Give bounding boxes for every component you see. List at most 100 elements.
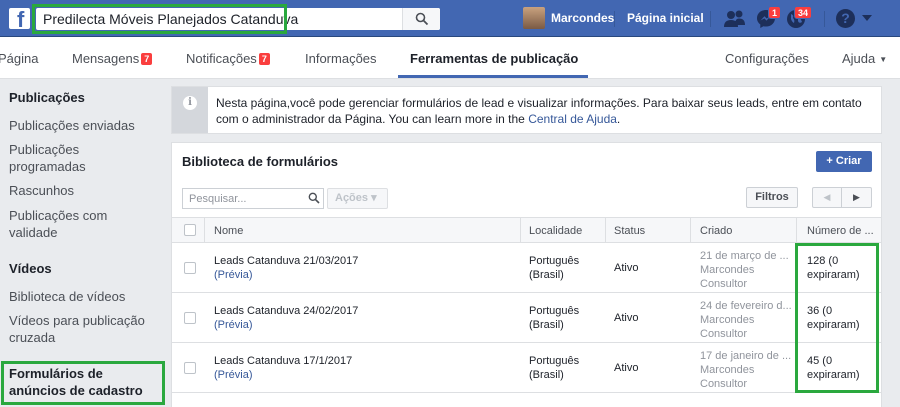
created-date: 24 de fevereiro d...: [700, 300, 792, 312]
facebook-logo[interactable]: f: [9, 7, 30, 32]
row-checkbox[interactable]: [184, 312, 196, 324]
actions-dropdown[interactable]: Ações ▾: [327, 188, 388, 209]
tab-mensagens-badge: 7: [141, 53, 153, 65]
locale-cell: Português (Brasil): [529, 255, 580, 281]
search-icon[interactable]: [308, 192, 320, 204]
messages-badge: 1: [768, 6, 782, 19]
tab-mensagens-label: Mensagens: [72, 51, 140, 66]
form-name-cell: Leads Catanduva 21/03/2017 (Prévia): [214, 254, 358, 282]
search-icon: [415, 12, 429, 26]
sidebar-item-formularios-de-cadastro[interactable]: Formulários de anúncios de cadastro: [9, 365, 149, 399]
row-checkbox[interactable]: [184, 262, 196, 274]
column-header-localidade[interactable]: Localidade: [529, 225, 582, 237]
preview-link[interactable]: (Prévia): [214, 368, 352, 382]
info-icon-column: i: [172, 87, 208, 133]
sidebar-item-publicacoes-programadas[interactable]: Publicações programadas: [9, 141, 119, 175]
tab-ajuda[interactable]: Ajuda ▼: [842, 51, 887, 66]
form-name-cell: Leads Catanduva 24/02/2017 (Prévia): [214, 304, 358, 332]
form-name[interactable]: Leads Catanduva 17/1/2017: [214, 354, 352, 368]
preview-link[interactable]: (Prévia): [214, 318, 358, 332]
created-date: 17 de janeiro de ...: [700, 350, 792, 362]
global-search-input[interactable]: Predilecta Móveis Planejados Catanduva: [43, 11, 298, 27]
column-divider: [605, 218, 606, 242]
help-icon[interactable]: ?: [836, 9, 855, 28]
preview-link[interactable]: (Prévia): [214, 268, 358, 282]
status-cell: Ativo: [614, 312, 639, 324]
sidebar-heading-publicacoes: Publicações: [9, 90, 85, 105]
forms-search-input[interactable]: [183, 189, 308, 208]
sidebar-item-publicacoes-enviadas[interactable]: Publicações enviadas: [9, 117, 159, 134]
sidebar-heading-videos: Vídeos: [9, 261, 52, 276]
column-divider: [690, 218, 691, 242]
select-all-checkbox[interactable]: [184, 224, 196, 236]
sidebar-item-publicacoes-com-validade[interactable]: Publicações com validade: [9, 207, 124, 241]
tab-notificacoes-label: Notificações: [186, 51, 257, 66]
info-icon: i: [183, 96, 197, 110]
tab-notificacoes[interactable]: Notificações 7: [186, 51, 270, 66]
lead-count-cell: 128 (0 expiraram): [807, 255, 860, 281]
tab-ajuda-label: Ajuda: [842, 51, 876, 66]
created-by: Marcondes Consultor: [700, 314, 755, 340]
topbar-divider: [614, 11, 615, 27]
topbar-divider: [824, 11, 825, 27]
locale-cell: Português (Brasil): [529, 305, 580, 331]
panel-title: Biblioteca de formulários: [182, 154, 339, 169]
column-header-nome[interactable]: Nome: [214, 225, 243, 237]
prev-page-icon[interactable]: ◀: [813, 188, 842, 207]
lead-count-cell: 36 (0 expiraram): [807, 305, 860, 331]
sidebar-item-videos-publicacao-cruzada[interactable]: Vídeos para publicação cruzada: [9, 312, 149, 346]
form-name[interactable]: Leads Catanduva 24/02/2017: [214, 304, 358, 318]
form-name[interactable]: Leads Catanduva 21/03/2017: [214, 254, 358, 268]
column-header-status[interactable]: Status: [614, 225, 645, 237]
facebook-logo-glyph: f: [17, 7, 25, 32]
avatar[interactable]: [523, 7, 545, 29]
created-cell: 24 de fevereiro d... Marcondes Consultor: [700, 299, 794, 341]
global-search-box[interactable]: Predilecta Móveis Planejados Catanduva: [36, 8, 440, 30]
active-tab-indicator: [398, 75, 588, 78]
tab-pagina[interactable]: Página: [0, 51, 38, 66]
table-row[interactable]: Leads Catanduva 17/1/2017 (Prévia) Portu…: [172, 343, 881, 393]
top-bar: f Predilecta Móveis Planejados Catanduva…: [0, 0, 900, 37]
home-link[interactable]: Página inicial: [627, 11, 704, 25]
tab-mensagens[interactable]: Mensagens 7: [72, 51, 153, 66]
page-tabs-bar: Página Mensagens 7 Notificações 7 Informaç…: [0, 37, 900, 79]
column-header-numero[interactable]: Número de ...: [807, 225, 874, 237]
info-message: Nesta página,você pode gerenciar formulá…: [216, 95, 876, 127]
forms-search: [182, 188, 324, 209]
table-row[interactable]: Leads Catanduva 24/02/2017 (Prévia) Port…: [172, 293, 881, 343]
sidebar-item-biblioteca-de-videos[interactable]: Biblioteca de vídeos: [9, 288, 159, 305]
tab-configuracoes[interactable]: Configurações: [725, 51, 809, 66]
info-banner: i Nesta página,você pode gerenciar formu…: [171, 86, 882, 134]
column-header-criado[interactable]: Criado: [700, 225, 732, 237]
column-divider: [204, 218, 205, 242]
tab-informacoes[interactable]: Informações: [305, 51, 377, 66]
chevron-down-icon[interactable]: [862, 15, 872, 22]
notifications-badge: 34: [794, 6, 813, 19]
created-cell: 21 de março de ... Marcondes Consultor: [700, 249, 794, 291]
sidebar-item-rascunhos[interactable]: Rascunhos: [9, 182, 159, 199]
table-header: Nome Localidade Status Criado Número de …: [172, 217, 881, 243]
row-checkbox[interactable]: [184, 362, 196, 374]
table-row[interactable]: Leads Catanduva 21/03/2017 (Prévia) Port…: [172, 243, 881, 293]
filters-button[interactable]: Filtros: [746, 187, 798, 208]
created-by: Marcondes Consultor: [700, 264, 755, 290]
global-search-button[interactable]: [402, 8, 440, 30]
column-divider: [796, 218, 797, 242]
tab-ferramentas-de-publicacao[interactable]: Ferramentas de publicação: [410, 51, 578, 66]
forms-library-panel: Biblioteca de formulários + Criar Ações …: [171, 142, 882, 407]
info-message-end: .: [616, 112, 621, 126]
help-center-link[interactable]: Central de Ajuda: [528, 112, 617, 126]
topbar-divider: [710, 11, 711, 27]
tab-notificacoes-badge: 7: [258, 53, 270, 65]
created-by: Marcondes Consultor: [700, 364, 755, 390]
caret-down-icon: ▼: [879, 55, 888, 64]
profile-link[interactable]: Marcondes: [551, 11, 614, 25]
next-page-icon[interactable]: ▶: [842, 188, 871, 207]
form-name-cell: Leads Catanduva 17/1/2017 (Prévia): [214, 354, 352, 382]
locale-cell: Português (Brasil): [529, 355, 580, 381]
created-cell: 17 de janeiro de ... Marcondes Consultor: [700, 349, 794, 391]
create-form-button[interactable]: + Criar: [816, 151, 872, 172]
status-cell: Ativo: [614, 362, 639, 374]
created-date: 21 de março de ...: [700, 250, 789, 262]
friend-requests-icon[interactable]: [724, 10, 746, 28]
